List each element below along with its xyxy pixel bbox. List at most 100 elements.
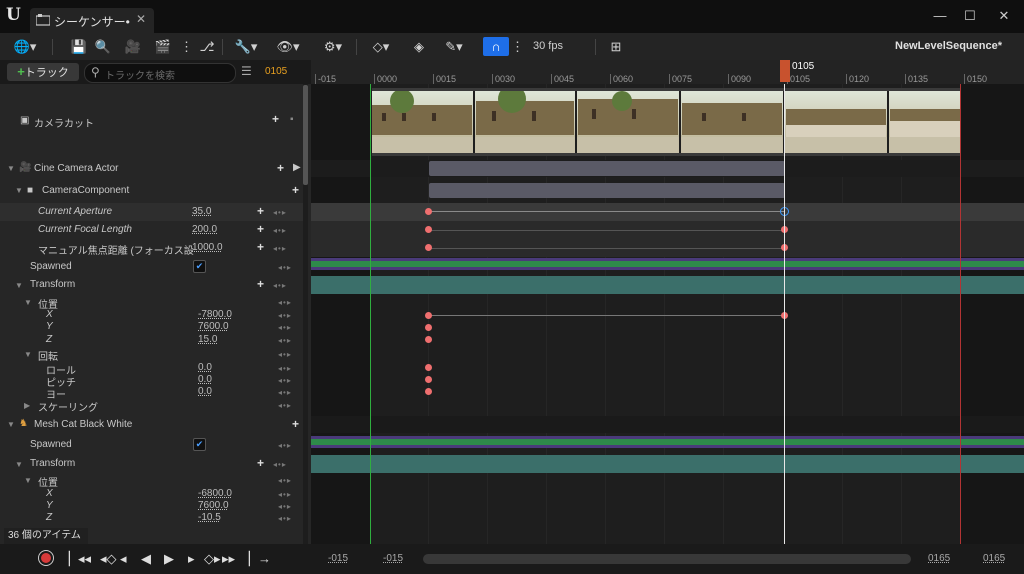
- more-options-icon[interactable]: ⋮: [180, 37, 193, 56]
- save-icon[interactable]: 💾: [70, 37, 88, 56]
- mesh-cat-row[interactable]: ▼ ♞ Mesh Cat Black White +: [0, 416, 303, 433]
- location-y-row[interactable]: Y 7600.0 ◂•▸: [0, 321, 303, 333]
- key-interpolation-icon[interactable]: ◈: [410, 37, 428, 56]
- playback-start-marker[interactable]: [370, 84, 371, 544]
- close-button[interactable]: ✕: [992, 8, 1016, 26]
- timeline-scrollbar[interactable]: [423, 554, 911, 564]
- time-ruler[interactable]: -015 0000 0015 0030 0045 0060 0075 0090 0105 0120…: [311, 60, 1024, 84]
- next-key-icon[interactable]: ◇▸: [204, 551, 221, 567]
- collapse-arrow-icon[interactable]: ▼: [24, 298, 32, 307]
- playback-options-icon[interactable]: ⚙▾: [318, 37, 348, 56]
- transform-track[interactable]: [311, 455, 1024, 473]
- x-value[interactable]: -7800.0: [198, 309, 232, 320]
- location-x-row[interactable]: X -7800.0 ◂•▸: [0, 309, 303, 321]
- key-navigation[interactable]: ◂•▸: [278, 298, 292, 307]
- z-value[interactable]: -10.5: [198, 512, 221, 523]
- add-property-button[interactable]: +: [292, 183, 299, 197]
- location-x-row[interactable]: X -6800.0 ◂•▸: [0, 488, 303, 500]
- collapse-arrow-icon[interactable]: ▼: [15, 281, 23, 290]
- key-navigation[interactable]: ◂•▸: [273, 226, 287, 235]
- location-z-row[interactable]: Z -10.5 ◂•▸: [0, 512, 303, 524]
- camera-component-row[interactable]: ▼ ■ CameraComponent +: [0, 182, 303, 199]
- camera-icon[interactable]: ▪: [290, 114, 294, 125]
- collapse-arrow-icon[interactable]: ▼: [15, 460, 23, 469]
- tab-close-icon[interactable]: ✕: [136, 12, 146, 26]
- key-navigation[interactable]: ◂•▸: [273, 208, 287, 217]
- key-navigation[interactable]: ◂•▸: [278, 441, 292, 450]
- working-range-end[interactable]: 0165: [928, 553, 950, 564]
- view-range-end[interactable]: 0165: [983, 553, 1005, 564]
- roll-row[interactable]: ロール 0.0 ◂•▸: [0, 362, 303, 377]
- camera-component-section[interactable]: [429, 183, 785, 198]
- cine-camera-section[interactable]: [429, 161, 785, 176]
- keyframe[interactable]: [425, 226, 432, 233]
- filter-icon[interactable]: ☰: [241, 64, 252, 78]
- spawned-checkbox[interactable]: ✔: [193, 438, 206, 451]
- view-range-start[interactable]: -015: [328, 553, 348, 564]
- find-asset-icon[interactable]: 🔍: [94, 37, 112, 56]
- playback-end-marker[interactable]: [960, 84, 961, 544]
- keyframe[interactable]: [425, 244, 432, 251]
- minimize-button[interactable]: —: [928, 8, 952, 26]
- snap-magnet-icon[interactable]: ∩: [483, 37, 509, 56]
- aperture-track[interactable]: [311, 203, 1024, 221]
- key-navigation[interactable]: ◂•▸: [278, 336, 292, 345]
- manual-focus-value[interactable]: 1000.0: [192, 242, 223, 253]
- location-z-row[interactable]: Z 15.0 ◂•▸: [0, 334, 303, 346]
- scaling-group-row[interactable]: ▶ スケーリング ◂•▸: [0, 398, 303, 414]
- prev-key-icon[interactable]: ◂◇: [100, 551, 117, 567]
- keyframe[interactable]: [425, 312, 432, 319]
- keyframe[interactable]: [425, 336, 432, 343]
- camera-cut-row[interactable]: ▣ カメラカット + ▪: [0, 84, 303, 156]
- location-group-row[interactable]: ▼ 位置 ◂•▸: [0, 473, 303, 489]
- roll-value[interactable]: 0.0: [198, 362, 212, 373]
- edit-mode-icon[interactable]: ✎▾: [440, 37, 468, 56]
- fps-dropdown[interactable]: 30 fps: [533, 37, 563, 56]
- camera-icon[interactable]: 🎥: [124, 37, 142, 56]
- step-back-icon[interactable]: ◂◂: [78, 551, 91, 567]
- location-group-row[interactable]: ▼ 位置 ◂•▸: [0, 295, 303, 311]
- curve-editor-icon[interactable]: ⊞: [606, 37, 626, 56]
- key-navigation[interactable]: ◂•▸: [278, 476, 292, 485]
- collapse-arrow-icon[interactable]: ▼: [24, 350, 32, 359]
- key-navigation[interactable]: ◂•▸: [278, 350, 292, 359]
- key-navigation[interactable]: ◂•▸: [278, 502, 292, 511]
- track-search-input[interactable]: ⚲ トラックを検索: [84, 63, 236, 83]
- key-navigation[interactable]: ◂•▸: [278, 514, 292, 523]
- key-navigation[interactable]: ◂•▸: [278, 388, 292, 397]
- key-navigation[interactable]: ◂•▸: [278, 364, 292, 373]
- collapse-arrow-icon[interactable]: ▼: [7, 420, 15, 429]
- step-back-frame-icon[interactable]: ◂: [120, 551, 127, 567]
- y-value[interactable]: 7600.0: [198, 500, 229, 511]
- transform-row[interactable]: ▼ Transform + ◂•▸: [0, 276, 303, 294]
- current-focal-row[interactable]: Current Focal Length 200.0 + ◂•▸: [0, 221, 303, 239]
- keyframe[interactable]: [425, 364, 432, 371]
- world-menu-icon[interactable]: 🌐▾: [10, 37, 40, 56]
- key-navigation[interactable]: ◂•▸: [273, 460, 287, 469]
- spawned-row[interactable]: Spawned ✔ ◂•▸: [0, 436, 303, 454]
- add-camera-cut-button[interactable]: +: [272, 112, 279, 126]
- keyframe-options-icon[interactable]: ◇▾: [366, 37, 396, 56]
- add-track-button[interactable]: +トラック: [7, 63, 79, 81]
- jump-to-end-icon[interactable]: ▸▸: [222, 551, 235, 567]
- transform-track[interactable]: [311, 276, 1024, 294]
- yaw-value[interactable]: 0.0: [198, 386, 212, 397]
- keyframe[interactable]: [425, 376, 432, 383]
- pitch-value[interactable]: 0.0: [198, 374, 212, 385]
- current-aperture-row[interactable]: Current Aperture 35.0 + ◂•▸: [0, 203, 303, 221]
- yaw-row[interactable]: ヨー 0.0 ◂•▸: [0, 386, 303, 401]
- key-navigation[interactable]: ◂•▸: [278, 376, 292, 385]
- spawned-checkbox[interactable]: ✔: [193, 260, 206, 273]
- keyframe[interactable]: [425, 324, 432, 331]
- key-navigation[interactable]: ◂•▸: [273, 244, 287, 253]
- play-reverse-icon[interactable]: ◀: [141, 551, 151, 567]
- cine-camera-row[interactable]: ▼ 🎥 Cine Camera Actor + ▶: [0, 160, 303, 177]
- current-frame[interactable]: 0105: [265, 66, 287, 77]
- rotation-group-row[interactable]: ▼ 回転 ◂•▸: [0, 347, 303, 363]
- working-range-start[interactable]: -015: [383, 553, 403, 564]
- key-navigation[interactable]: ◂•▸: [278, 401, 292, 410]
- play-icon[interactable]: ▶: [164, 551, 174, 567]
- add-key-button[interactable]: +: [257, 456, 264, 470]
- timeline-track-area[interactable]: [311, 84, 1024, 544]
- spawned-row[interactable]: Spawned ✔ ◂•▸: [0, 258, 303, 276]
